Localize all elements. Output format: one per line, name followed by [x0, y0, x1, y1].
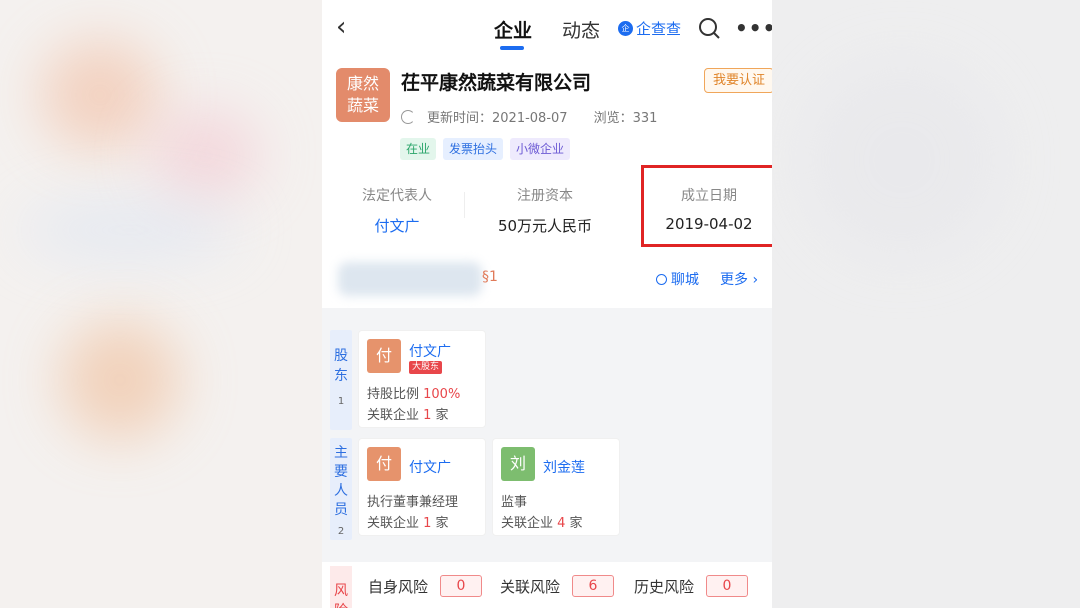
- risk-label: 自身风险: [368, 577, 429, 596]
- view-count: 浏览：331: [593, 111, 658, 126]
- divider: [464, 192, 465, 218]
- blurred-address: [338, 262, 482, 296]
- logo-line-1: 康然: [346, 74, 379, 93]
- tab-company[interactable]: 企业: [494, 16, 532, 43]
- risk-label: 历史风险: [634, 577, 695, 596]
- risk-label: 关联风险: [500, 577, 561, 596]
- more-address-link[interactable]: 更多 ›: [720, 269, 758, 289]
- more-icon[interactable]: •••: [735, 16, 772, 40]
- certify-button[interactable]: 我要认证: [704, 68, 772, 93]
- refresh-icon[interactable]: [401, 109, 415, 124]
- staff-name[interactable]: 刘金莲: [543, 457, 585, 477]
- related-companies[interactable]: 关联企业 1 家: [367, 404, 449, 423]
- risk-count: 6: [572, 575, 615, 597]
- staff-card[interactable]: 刘 刘金莲 监事 关联企业 4 家: [492, 438, 620, 536]
- location-link[interactable]: 聊城: [656, 269, 699, 289]
- company-name: 茌平康然蔬菜有限公司: [401, 72, 592, 94]
- update-time: 更新时间：2021-08-07: [427, 111, 568, 126]
- history-risk[interactable]: 历史风险 0: [634, 575, 749, 597]
- major-shareholder-badge: 大股东: [409, 361, 443, 374]
- blurred-background-right: [772, 0, 1080, 608]
- avatar: 付: [367, 339, 401, 373]
- shareholder-card[interactable]: 付 付文广 大股东 持股比例 100% 关联企业 1 家: [358, 330, 486, 428]
- self-risk[interactable]: 自身风险 0: [368, 575, 483, 597]
- risk-count: 0: [440, 575, 483, 597]
- logo-line-2: 蔬菜: [346, 96, 379, 115]
- qichacha-brand[interactable]: 企 企查查: [618, 18, 681, 39]
- staff-role: 执行董事兼经理: [367, 495, 459, 510]
- company-tags: 在业 发票抬头 小微企业: [400, 138, 571, 160]
- risk-count: 0: [706, 575, 749, 597]
- size-tag[interactable]: 小微企业: [510, 138, 571, 160]
- shareholders-label[interactable]: 股东 1: [330, 330, 352, 430]
- highlight-box: [641, 165, 772, 247]
- shareholders-title: 股东: [334, 348, 348, 384]
- status-tag[interactable]: 在业: [400, 138, 437, 160]
- related-risk[interactable]: 关联风险 6: [500, 575, 615, 597]
- capital-value: 50万元人民币: [497, 217, 593, 235]
- staff-label[interactable]: 主要人员 2: [330, 438, 352, 540]
- back-icon[interactable]: ‹: [336, 14, 346, 40]
- blurred-background-left: [0, 0, 322, 608]
- qichacha-logo-icon: 企: [618, 21, 633, 36]
- staff-card[interactable]: 付 付文广 执行董事兼经理 关联企业 1 家: [358, 438, 486, 536]
- legal-rep-label: 法定代表人: [362, 188, 432, 204]
- tab-updates[interactable]: 动态: [562, 16, 600, 43]
- invoice-tag[interactable]: 发票抬头: [443, 138, 504, 160]
- share-ratio: 持股比例 100%: [367, 387, 461, 402]
- registered-capital: 注册资本 50万元人民币: [470, 185, 620, 236]
- location-pin-icon: [656, 273, 667, 285]
- staff-role: 监事: [501, 495, 528, 510]
- staff-name[interactable]: 付文广: [409, 457, 451, 477]
- address-row[interactable]: §1 聊城 更多 ›: [322, 258, 772, 306]
- location-label: 聊城: [671, 272, 699, 288]
- avatar: 刘: [501, 447, 535, 481]
- brand-label: 企查查: [636, 20, 682, 38]
- risk-section-label[interactable]: 风险: [330, 566, 352, 608]
- related-companies[interactable]: 关联企业 4 家: [501, 512, 583, 531]
- active-tab-indicator: [500, 46, 524, 50]
- legal-rep-value[interactable]: 付文广: [322, 215, 472, 236]
- legal-rep[interactable]: 法定代表人 付文广: [322, 185, 472, 236]
- shareholders-count: 1: [337, 396, 345, 407]
- staff-title: 主要人员: [334, 445, 348, 518]
- capital-label: 注册资本: [517, 188, 573, 204]
- search-icon[interactable]: [697, 16, 721, 40]
- company-meta: 更新时间：2021-08-07 浏览：331: [401, 107, 657, 126]
- app-screen: ‹ 企业 动态 企 企查查 ••• 康然 蔬菜 茌平康然蔬菜有限公司 我要认证 …: [322, 0, 772, 608]
- avatar: 付: [367, 447, 401, 481]
- company-logo: 康然 蔬菜: [336, 68, 390, 122]
- staff-count: 2: [337, 526, 345, 537]
- address-tail: §1: [482, 269, 498, 285]
- shareholder-name[interactable]: 付文广: [409, 341, 451, 361]
- top-nav: ‹ 企业 动态 企 企查查 •••: [322, 0, 772, 56]
- related-companies[interactable]: 关联企业 1 家: [367, 512, 449, 531]
